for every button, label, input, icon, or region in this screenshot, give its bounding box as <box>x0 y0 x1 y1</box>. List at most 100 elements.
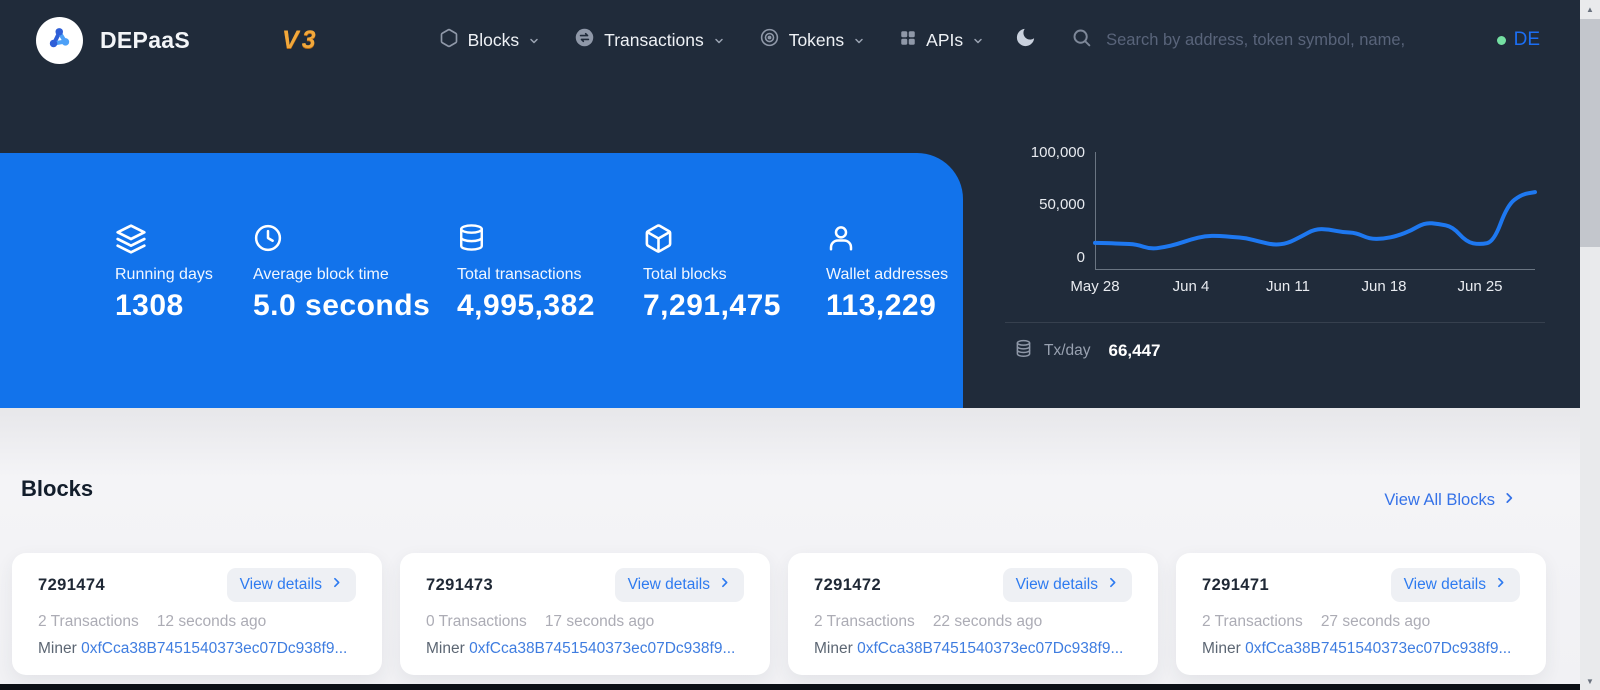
txday-chart: 100,000 50,000 0 May 28 Jun 4 Jun 11 Jun… <box>1000 140 1560 300</box>
block-transactions: 2 Transactions <box>38 613 139 631</box>
nav-transactions[interactable]: Transactions <box>574 27 725 53</box>
depaas-logo-icon <box>44 22 75 58</box>
block-number: 7291473 <box>426 576 493 595</box>
card-meta: 2 Transactions 22 seconds ago <box>814 613 1132 631</box>
block-transactions: 0 Transactions <box>426 613 527 631</box>
chevron-right-icon <box>1106 576 1119 594</box>
block-age: 12 seconds ago <box>157 613 266 631</box>
view-all-blocks-link[interactable]: View All Blocks <box>1384 491 1516 510</box>
card-head: 7291474 View details <box>38 568 356 602</box>
block-age: 22 seconds ago <box>933 613 1042 631</box>
stat-wallet-addresses: Wallet addresses 113,229 <box>826 223 948 323</box>
layers-icon <box>115 223 253 257</box>
user-icon <box>826 223 948 257</box>
txday-chart-line <box>1095 192 1535 248</box>
chevron-right-icon <box>1494 576 1507 594</box>
stat-label: Total blocks <box>643 266 826 284</box>
theme-toggle[interactable] <box>1014 26 1037 54</box>
nav-tokens[interactable]: Tokens <box>759 27 865 53</box>
miner-address-link[interactable]: 0xfCca38B7451540373ec07Dc938f9... <box>469 640 735 657</box>
blocks-icon <box>439 28 459 53</box>
x-tick-label: Jun 11 <box>1266 278 1310 295</box>
scrollbar-thumb[interactable] <box>1580 19 1600 247</box>
stats-row: Running days 1308 Average block time 5.0… <box>0 153 963 323</box>
view-details-button[interactable]: View details <box>1003 568 1132 602</box>
stat-total-transactions: Total transactions 4,995,382 <box>457 223 643 323</box>
chevron-right-icon <box>1502 491 1516 510</box>
chevron-down-icon <box>853 35 865 47</box>
view-details-button[interactable]: View details <box>615 568 744 602</box>
nav-label: Transactions <box>604 30 704 51</box>
chart-divider <box>1005 322 1545 323</box>
view-details-label: View details <box>628 576 710 594</box>
stat-label: Average block time <box>253 266 457 284</box>
miner-label: Miner <box>38 640 77 657</box>
view-details-button[interactable]: View details <box>227 568 356 602</box>
vertical-scrollbar[interactable]: ▲ ▼ <box>1580 0 1600 690</box>
nav-label: Tokens <box>789 30 844 51</box>
stat-value: 4,995,382 <box>457 289 643 323</box>
network-label: DE <box>1514 29 1540 51</box>
chevron-right-icon <box>330 576 343 594</box>
card-miner: Miner 0xfCca38B7451540373ec07Dc938f9... <box>426 640 744 658</box>
search-bar <box>1071 27 1406 53</box>
block-card: 7291471 View details 2 Transactions 27 s… <box>1176 553 1546 675</box>
tokens-icon <box>759 27 780 53</box>
card-head: 7291473 View details <box>426 568 744 602</box>
nav-blocks[interactable]: Blocks <box>439 28 541 53</box>
block-card: 7291472 View details 2 Transactions 22 s… <box>788 553 1158 675</box>
chevron-down-icon <box>713 35 725 47</box>
txday-value: 66,447 <box>1109 341 1161 361</box>
nav-apis[interactable]: APIs <box>899 29 984 52</box>
card-head: 7291471 View details <box>1202 568 1520 602</box>
stat-value: 7,291,475 <box>643 289 826 323</box>
card-miner: Miner 0xfCca38B7451540373ec07Dc938f9... <box>38 640 356 658</box>
miner-address-link[interactable]: 0xfCca38B7451540373ec07Dc938f9... <box>81 640 347 657</box>
coins-icon <box>1013 338 1034 364</box>
stat-label: Wallet addresses <box>826 266 948 284</box>
stat-total-blocks: Total blocks 7,291,475 <box>643 223 826 323</box>
x-tick-label: Jun 25 <box>1457 278 1502 295</box>
view-details-label: View details <box>240 576 322 594</box>
card-miner: Miner 0xfCca38B7451540373ec07Dc938f9... <box>1202 640 1520 658</box>
card-meta: 2 Transactions 27 seconds ago <box>1202 613 1520 631</box>
x-tick-label: May 28 <box>1070 278 1119 295</box>
stat-label: Total transactions <box>457 266 643 284</box>
card-meta: 2 Transactions 12 seconds ago <box>38 613 356 631</box>
cube-icon <box>643 223 826 257</box>
nav-label: Blocks <box>468 30 520 51</box>
network-indicator[interactable]: DE <box>1497 29 1540 51</box>
search-input[interactable] <box>1106 31 1406 50</box>
scrollbar-down-arrow-icon[interactable]: ▼ <box>1580 672 1600 690</box>
miner-address-link[interactable]: 0xfCca38B7451540373ec07Dc938f9... <box>857 640 1123 657</box>
version-badge: V3 <box>282 26 319 55</box>
depaas-dashboard: DEPaaS V3 Blocks Transactions <box>0 0 1600 690</box>
stat-running-days: Running days 1308 <box>115 223 253 323</box>
stat-label: Running days <box>115 266 253 284</box>
txday-legend-row: Tx/day 66,447 <box>1013 338 1161 364</box>
scrollbar-up-arrow-icon[interactable]: ▲ <box>1580 0 1600 18</box>
block-number: 7291472 <box>814 576 881 595</box>
depaas-logo[interactable] <box>36 17 83 64</box>
search-icon <box>1071 27 1092 53</box>
block-card: 7291474 View details 2 Transactions 12 s… <box>12 553 382 675</box>
block-number: 7291474 <box>38 576 105 595</box>
block-age: 27 seconds ago <box>1321 613 1430 631</box>
chevron-right-icon <box>718 576 731 594</box>
miner-label: Miner <box>814 640 853 657</box>
stat-value: 113,229 <box>826 289 948 323</box>
block-number: 7291471 <box>1202 576 1269 595</box>
txday-chart-line-svg <box>1095 152 1535 270</box>
y-tick-label: 100,000 <box>1000 144 1085 161</box>
block-card: 7291473 View details 0 Transactions 17 s… <box>400 553 770 675</box>
block-transactions: 2 Transactions <box>814 613 915 631</box>
view-details-button[interactable]: View details <box>1391 568 1520 602</box>
chevron-down-icon <box>972 35 984 47</box>
card-miner: Miner 0xfCca38B7451540373ec07Dc938f9... <box>814 640 1132 658</box>
miner-address-link[interactable]: 0xfCca38B7451540373ec07Dc938f9... <box>1245 640 1511 657</box>
txday-label: Tx/day <box>1044 342 1091 360</box>
stat-value: 1308 <box>115 289 253 323</box>
block-transactions: 2 Transactions <box>1202 613 1303 631</box>
y-tick-label: 50,000 <box>1000 196 1085 213</box>
stat-value: 5.0 seconds <box>253 289 457 323</box>
